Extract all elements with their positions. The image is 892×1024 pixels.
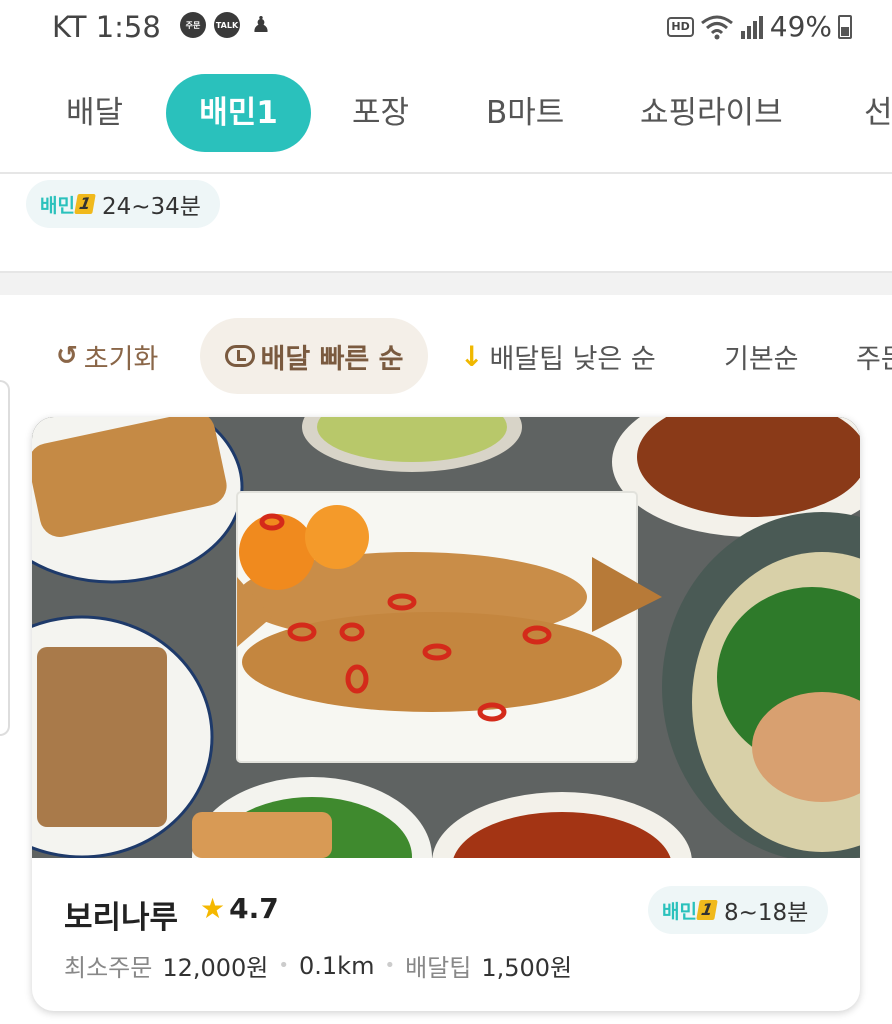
separator-dot: • — [384, 955, 396, 976]
store-food-image — [32, 417, 860, 858]
service-tabs: 배달 배민1 포장 B마트 쇼핑라이브 선 — [0, 58, 892, 174]
status-bar: KT 1:58 주문 TALK ♟ HD 49% — [0, 0, 892, 58]
sort-basic-button[interactable]: 기본순 — [724, 318, 799, 394]
carrier-time: KT 1:58 — [52, 10, 161, 44]
system-icons: HD 49% — [667, 10, 852, 43]
order-notification-icon: 주문 — [180, 12, 206, 38]
delivery-tip-label: 배달팁 — [405, 954, 472, 982]
min-order-value: 12,000원 — [162, 954, 269, 982]
sort-reset-button[interactable]: ↺ 초기화 — [56, 318, 158, 394]
sort-low-tip-button[interactable]: ↓ 배달팁 낮은 순 — [460, 318, 656, 394]
sort-options: ↺ 초기화 배달 빠른 순 ↓ 배달팁 낮은 순 기본순 주문 — [0, 318, 892, 394]
baemin1-one-icon: 1 — [696, 900, 718, 920]
baemin1-time-area: 배민 1 24~34분 — [0, 176, 892, 271]
kakaotalk-icon: TALK — [214, 12, 240, 38]
baemin1-time-badge: 배민 1 24~34분 — [26, 180, 220, 228]
distance-value: 0.1km — [299, 951, 375, 980]
baemin1-one-icon: 1 — [74, 194, 96, 214]
baemin1-logo: 배민 1 — [40, 191, 96, 218]
delivery-tip-value: 1,500원 — [481, 954, 573, 982]
store-rating: ★ 4.7 — [200, 892, 279, 925]
baemin1-logo-text: 배민 — [662, 900, 697, 923]
store-meta: 최소주문 12,000원 • 0.1km • 배달팁 1,500원 — [64, 948, 572, 983]
battery-percent: 49% — [769, 10, 832, 43]
tab-delivery[interactable]: 배달 — [66, 74, 123, 152]
sort-fast-label: 배달 빠른 순 — [260, 343, 404, 375]
sort-orders-label: 주문 — [856, 343, 892, 375]
store-card[interactable]: 보리나루 ★ 4.7 배민 1 8~18분 최소주문 12,000원 • 0.1… — [32, 417, 860, 1011]
hd-voice-icon: HD — [667, 16, 694, 37]
min-order-label: 최소주문 — [64, 954, 153, 982]
food-photo-illustration — [32, 417, 860, 858]
separator-dot: • — [278, 955, 290, 976]
tab-gift[interactable]: 선 — [864, 74, 892, 152]
tab-bmart[interactable]: B마트 — [486, 74, 564, 152]
section-divider — [0, 271, 892, 295]
baemin1-logo: 배민 1 — [662, 897, 718, 924]
tab-pickup[interactable]: 포장 — [352, 74, 409, 152]
store-info: 보리나루 ★ 4.7 배민 1 8~18분 최소주문 12,000원 • 0.1… — [32, 858, 860, 1011]
tab-baemin1[interactable]: 배민1 — [166, 74, 311, 152]
battery-icon — [838, 14, 852, 39]
baemin1-time: 24~34분 — [101, 194, 201, 220]
side-edge-handle — [0, 380, 10, 736]
sort-orders-button[interactable]: 주문 — [856, 318, 892, 394]
sort-low-tip-label: 배달팁 낮은 순 — [489, 343, 656, 375]
wifi-icon — [700, 15, 733, 39]
baemin1-logo-text: 배민 — [40, 194, 75, 217]
rating-value: 4.7 — [229, 892, 279, 925]
star-icon: ★ — [200, 892, 226, 925]
reset-icon: ↺ — [56, 341, 78, 371]
fast-clock-icon — [224, 345, 255, 367]
store-delivery-time: 8~18분 — [723, 900, 809, 926]
arrow-down-icon: ↓ — [460, 339, 484, 373]
sort-basic-label: 기본순 — [724, 343, 799, 375]
store-name: 보리나루 — [64, 900, 179, 936]
sort-fast-delivery-button[interactable]: 배달 빠른 순 — [200, 318, 428, 394]
signal-icon — [740, 15, 763, 39]
notification-icons: 주문 TALK ♟ — [180, 12, 274, 38]
tab-shopping-live[interactable]: 쇼핑라이브 — [640, 74, 783, 152]
sort-reset-label: 초기화 — [83, 343, 159, 375]
store-delivery-time-badge: 배민 1 8~18분 — [648, 886, 828, 934]
person-notification-icon: ♟ — [251, 12, 271, 38]
